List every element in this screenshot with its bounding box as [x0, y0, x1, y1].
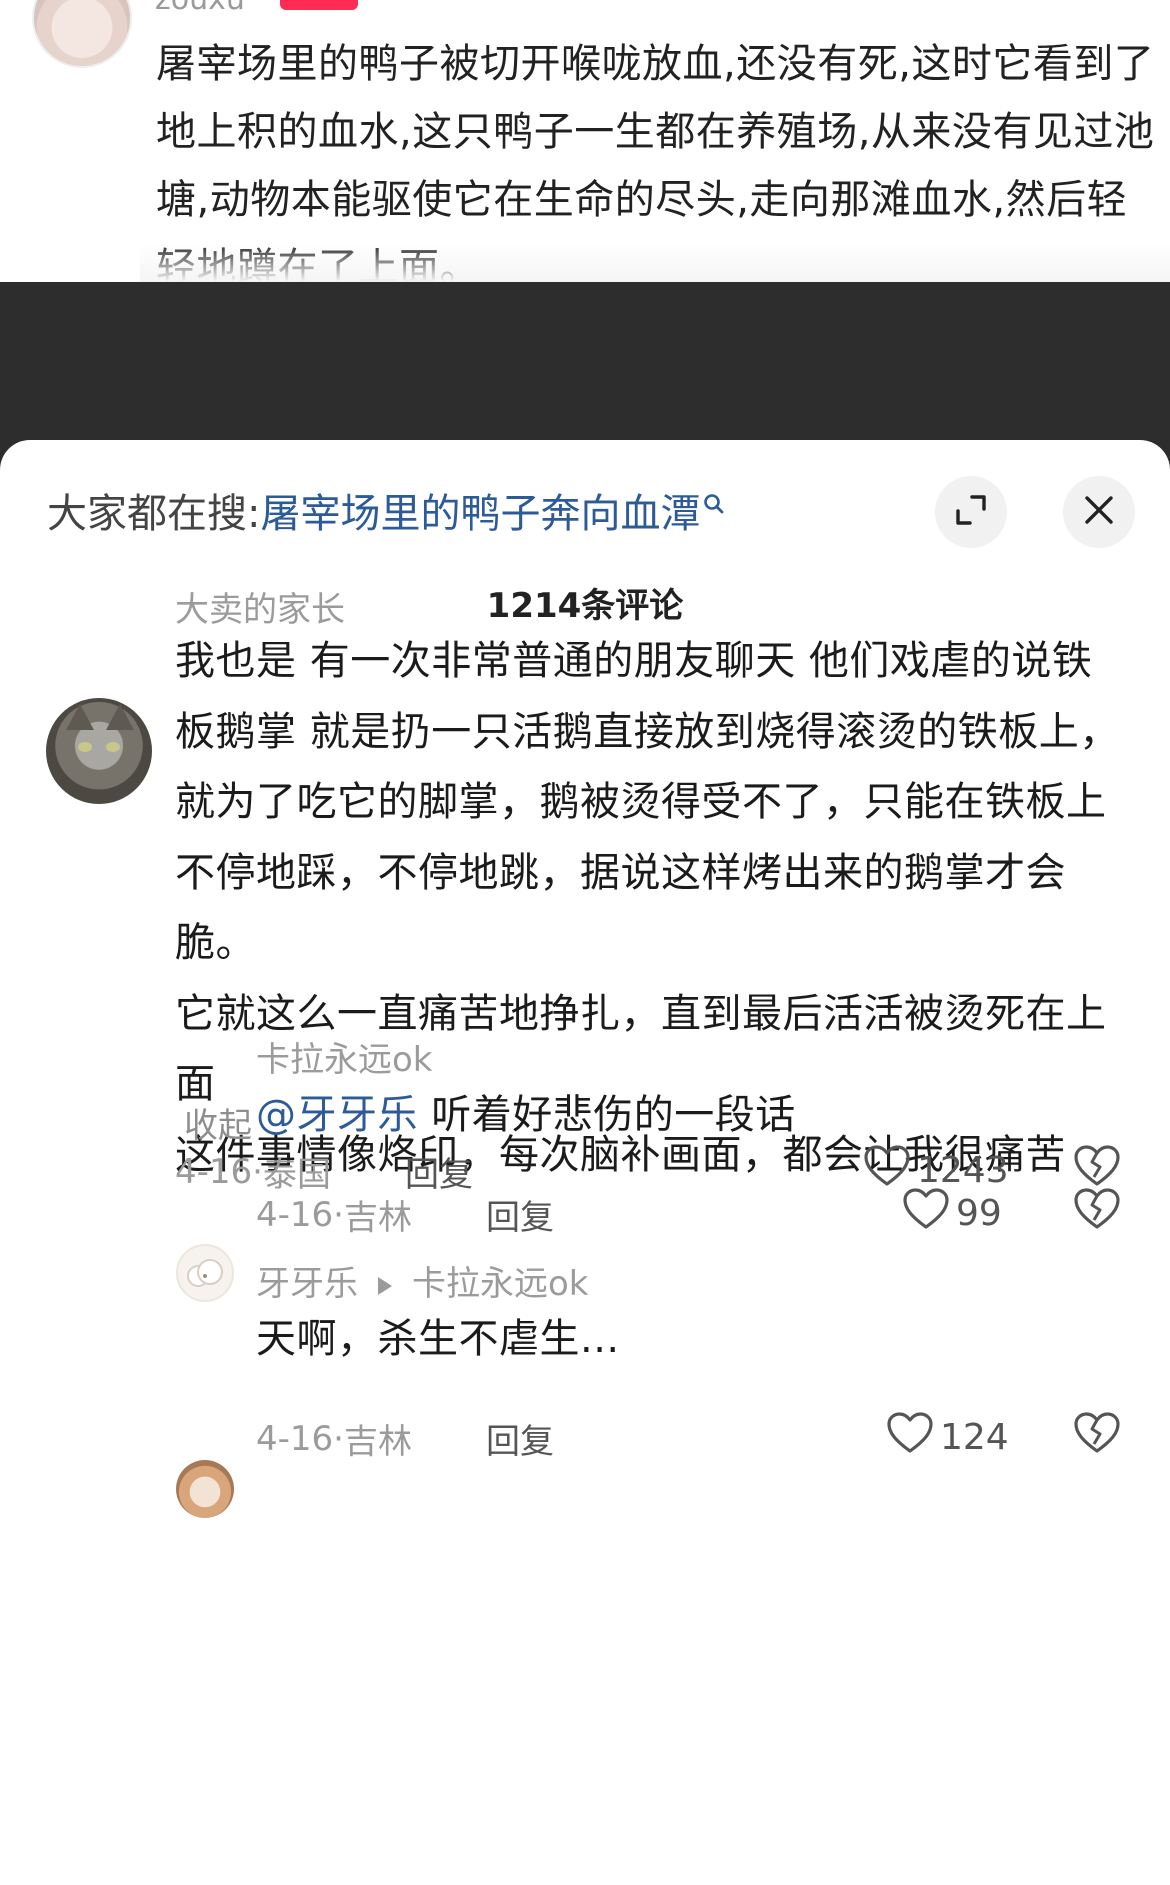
dislike-button[interactable]: [1073, 1411, 1121, 1459]
author-badge: [280, 0, 358, 10]
trending-search-bar[interactable]: 大家都在搜: 屠宰场里的鸭子奔向血潭: [47, 480, 728, 540]
reply-text: 天啊，杀生不虐生...: [256, 1316, 620, 1362]
reply-body: 天啊，杀生不虐生...: [256, 1304, 1136, 1375]
comment-location: 泰国: [262, 1155, 331, 1195]
post-author-avatar[interactable]: [32, 0, 132, 68]
reply-button[interactable]: 回复: [405, 1147, 473, 1196]
post-author-name[interactable]: zouxu: [155, 0, 245, 17]
reply-avatar[interactable]: [176, 1460, 234, 1518]
collapse-button[interactable]: 收起: [184, 1098, 252, 1147]
cat-ear-right: [106, 704, 134, 730]
reply-to-name[interactable]: 卡拉永远ok: [412, 1264, 589, 1304]
search-icon: [702, 492, 728, 528]
reply-author-line: 牙牙乐 卡拉永远ok: [256, 1256, 589, 1305]
cloud-avatar-icon: [187, 1259, 223, 1287]
comment-date: 4-16: [175, 1151, 253, 1192]
play-arrow-icon: [378, 1276, 392, 1295]
post-fade: [140, 242, 1170, 282]
like-count: 124: [940, 1417, 1009, 1458]
reply-date: 4-16: [256, 1418, 334, 1459]
reply-body: @牙牙乐 听着好悲伤的一段话: [256, 1080, 1136, 1151]
close-icon: [1084, 495, 1114, 529]
reply-author-name[interactable]: 牙牙乐: [256, 1264, 358, 1304]
comment-paragraph: 我也是 有一次非常普通的朋友聊天 他们戏虐的说铁板鹅掌 就是扔一只活鹅直接放到烧…: [175, 638, 1120, 966]
reply-author-name[interactable]: 卡拉永远ok: [256, 1032, 433, 1081]
reply-avatar[interactable]: [176, 1244, 234, 1302]
heart-icon: [886, 1411, 940, 1464]
reply-button[interactable]: 回复: [486, 1190, 554, 1239]
search-query-link[interactable]: 屠宰场里的鸭子奔向血潭: [260, 481, 700, 539]
comment-meta: 4-16 · 泰国: [175, 1147, 331, 1196]
comment-author-name[interactable]: 大卖的家长: [175, 582, 345, 631]
search-prefix-label: 大家都在搜:: [47, 491, 261, 537]
cat-avatar[interactable]: [46, 698, 152, 804]
comment-author-label: 大卖的家长: [175, 590, 345, 630]
reply-meta: 4-16 · 吉林: [256, 1414, 412, 1463]
reply-date: 4-16: [256, 1194, 334, 1235]
like-count: 1243: [917, 1150, 1009, 1191]
reply-location: 吉林: [343, 1422, 412, 1462]
expand-button[interactable]: [935, 476, 1007, 548]
cat-eye-right: [106, 742, 120, 752]
reply-button[interactable]: 回复: [486, 1414, 554, 1463]
cat-ear-left: [66, 704, 94, 730]
dislike-button[interactable]: [1073, 1144, 1121, 1192]
like-button[interactable]: 124: [886, 1411, 1009, 1464]
cat-eye-left: [78, 742, 92, 752]
mention-link[interactable]: @牙牙乐: [256, 1092, 418, 1138]
broken-heart-icon: [1073, 1412, 1121, 1459]
reply-meta: 4-16 · 吉林: [256, 1190, 412, 1239]
close-button[interactable]: [1063, 476, 1135, 548]
reply-text: 听着好悲伤的一段话: [418, 1092, 796, 1138]
broken-heart-icon: [1073, 1188, 1121, 1235]
dislike-button[interactable]: [1073, 1187, 1121, 1235]
like-count: 99: [956, 1193, 1002, 1234]
expand-icon: [954, 493, 988, 531]
comment-sheet: 大家都在搜: 屠宰场里的鸭子奔向血潭 1214条评论 大卖的家长 我也是 有一次…: [0, 440, 1170, 1885]
background-post: zouxu 屠宰场里的鸭子被切开喉咙放血,还没有死,这时它看到了地上积的血水,这…: [0, 0, 1170, 282]
reply-location: 吉林: [343, 1198, 412, 1238]
heart-icon: [902, 1187, 956, 1240]
like-button[interactable]: 99: [902, 1187, 1002, 1240]
